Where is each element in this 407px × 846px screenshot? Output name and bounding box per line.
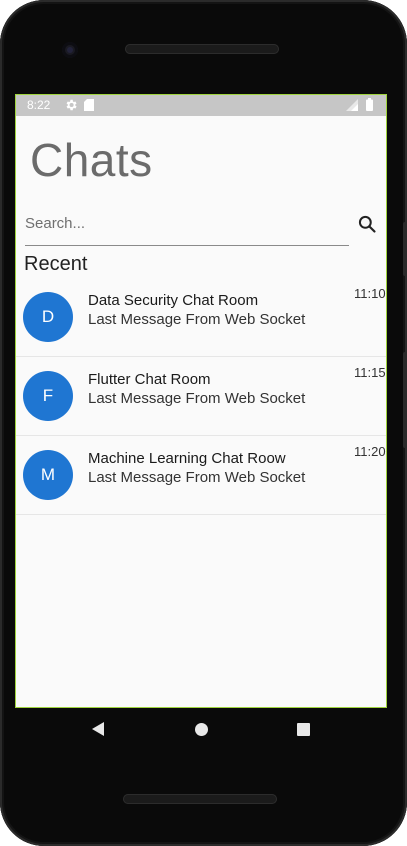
chat-list-item[interactable]: F Flutter Chat Room Last Message From We… xyxy=(16,357,386,436)
chat-time: 11:10 xyxy=(354,286,386,301)
chat-title: Flutter Chat Room xyxy=(88,371,211,388)
app-screen: 8:22 Chats Recent xyxy=(16,95,386,707)
chat-list: D Data Security Chat Room Last Message F… xyxy=(16,278,386,515)
avatar: M xyxy=(23,450,73,500)
recents-icon[interactable] xyxy=(297,723,310,736)
avatar: F xyxy=(23,371,73,421)
page-title: Chats xyxy=(30,134,153,186)
chat-title: Machine Learning Chat Roow xyxy=(88,450,286,467)
sd-card-icon xyxy=(84,99,94,111)
chat-last-message: Last Message From Web Socket xyxy=(88,469,306,486)
search-field xyxy=(25,208,349,246)
status-bar: 8:22 xyxy=(16,95,386,116)
gear-icon xyxy=(66,99,77,111)
signal-icon xyxy=(346,99,358,111)
chat-time: 11:15 xyxy=(354,365,386,380)
chat-list-item[interactable]: M Machine Learning Chat Roow Last Messag… xyxy=(16,436,386,515)
chat-last-message: Last Message From Web Socket xyxy=(88,311,306,328)
power-button xyxy=(403,222,407,276)
search-input[interactable] xyxy=(25,208,345,238)
back-icon[interactable] xyxy=(90,721,106,737)
front-camera xyxy=(62,42,78,58)
chat-time: 11:20 xyxy=(354,444,386,459)
phone-frame: 8:22 Chats Recent xyxy=(0,0,407,846)
chat-last-message: Last Message From Web Socket xyxy=(88,390,306,407)
volume-button xyxy=(403,352,407,448)
battery-icon xyxy=(366,98,373,111)
home-icon[interactable] xyxy=(195,723,208,736)
bottom-speaker xyxy=(123,794,277,804)
search-icon[interactable] xyxy=(357,214,377,234)
top-speaker xyxy=(125,44,279,54)
recent-heading: Recent xyxy=(24,253,88,275)
chat-title: Data Security Chat Room xyxy=(88,292,259,309)
status-time: 8:22 xyxy=(27,98,51,112)
chat-list-item[interactable]: D Data Security Chat Room Last Message F… xyxy=(16,278,386,357)
avatar: D xyxy=(23,292,73,342)
system-nav-bar xyxy=(0,707,407,753)
